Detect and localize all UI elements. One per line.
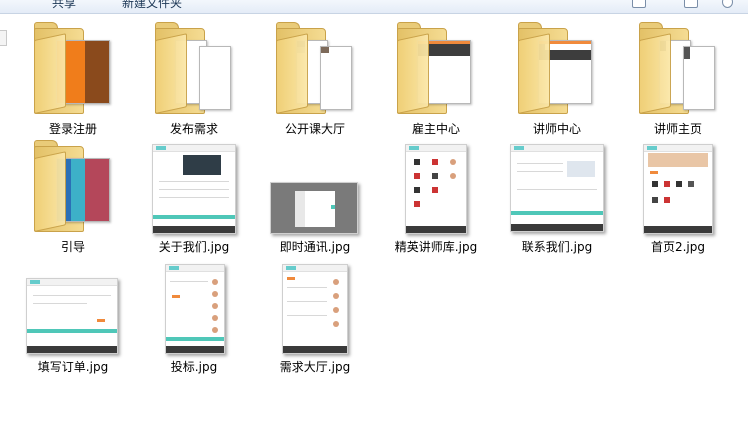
image-thumbnail xyxy=(381,140,491,236)
image-item[interactable]: 关于我们.jpg xyxy=(139,140,249,258)
image-item[interactable]: 精英讲师库.jpg xyxy=(381,140,491,258)
file-name: 雇主中心 xyxy=(411,122,460,136)
folder-item[interactable]: 登录注册 xyxy=(18,22,128,140)
folder-icon xyxy=(623,22,733,118)
image-item[interactable]: 填写订单.jpg xyxy=(18,260,128,378)
folder-item[interactable]: 引导 xyxy=(18,140,128,258)
image-thumbnail xyxy=(260,140,370,236)
file-name: 精英讲师库.jpg xyxy=(394,240,478,254)
image-item[interactable]: 即时通讯.jpg xyxy=(260,140,370,258)
folder-item[interactable]: 讲师中心 xyxy=(502,22,612,140)
image-item[interactable]: 联系我们.jpg xyxy=(502,140,612,258)
image-item[interactable]: 需求大厅.jpg xyxy=(260,260,370,378)
file-name: 引导 xyxy=(60,240,85,254)
folder-icon xyxy=(18,140,128,236)
file-name: 首页2.jpg xyxy=(650,240,706,254)
file-name: 发布需求 xyxy=(169,122,218,136)
image-thumbnail xyxy=(502,140,612,236)
file-name: 需求大厅.jpg xyxy=(279,360,351,374)
file-name: 投标.jpg xyxy=(170,360,218,374)
folder-icon xyxy=(18,22,128,118)
file-list: 登录注册 发布需求 公开课大厅 雇主中心 讲师中心 讲师主页 引导 关于我们.j… xyxy=(0,0,748,424)
image-thumbnail xyxy=(139,260,249,356)
image-thumbnail xyxy=(260,260,370,356)
folder-item[interactable]: 发布需求 xyxy=(139,22,249,140)
file-name: 即时通讯.jpg xyxy=(279,240,351,254)
folder-item[interactable]: 讲师主页 xyxy=(623,22,733,140)
folder-icon xyxy=(260,22,370,118)
image-thumbnail xyxy=(623,140,733,236)
image-thumbnail xyxy=(18,260,128,356)
folder-icon xyxy=(381,22,491,118)
image-item[interactable]: 投标.jpg xyxy=(139,260,249,378)
image-thumbnail xyxy=(139,140,249,236)
image-item[interactable]: 首页2.jpg xyxy=(623,140,733,258)
file-name: 讲师中心 xyxy=(532,122,581,136)
folder-item[interactable]: 雇主中心 xyxy=(381,22,491,140)
folder-item[interactable]: 公开课大厅 xyxy=(260,22,370,140)
file-name: 讲师主页 xyxy=(653,122,702,136)
file-name: 联系我们.jpg xyxy=(521,240,593,254)
file-name: 登录注册 xyxy=(48,122,97,136)
file-name: 关于我们.jpg xyxy=(158,240,230,254)
file-name: 公开课大厅 xyxy=(284,122,345,136)
folder-icon xyxy=(139,22,249,118)
folder-icon xyxy=(502,22,612,118)
file-name: 填写订单.jpg xyxy=(37,360,109,374)
